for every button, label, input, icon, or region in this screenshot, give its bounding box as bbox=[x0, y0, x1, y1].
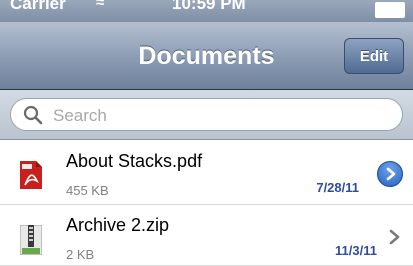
list-item[interactable]: About Stacks.pdf 455 KB 7/28/11 bbox=[0, 141, 413, 205]
search-field[interactable] bbox=[10, 98, 403, 131]
file-date: 7/28/11 bbox=[316, 180, 359, 195]
pdf-file-icon bbox=[20, 161, 42, 189]
navigation-bar: Documents Edit bbox=[0, 22, 413, 90]
search-input[interactable] bbox=[51, 103, 385, 129]
search-icon bbox=[23, 105, 43, 125]
carrier-label: Carrier bbox=[10, 0, 66, 13]
edit-button[interactable]: Edit bbox=[344, 38, 404, 74]
file-name: About Stacks.pdf bbox=[66, 151, 203, 171]
detail-disclosure-button[interactable] bbox=[377, 161, 403, 187]
status-bar: Carrier ≈ 10:59 PM bbox=[0, 0, 413, 22]
search-bar bbox=[0, 90, 413, 140]
list-item[interactable]: Archive 2.zip 2 KB 11/3/11 bbox=[0, 205, 413, 266]
battery-icon bbox=[375, 2, 405, 18]
file-size: 2 KB bbox=[66, 247, 95, 262]
status-time: 10:59 PM bbox=[172, 0, 246, 13]
wifi-icon: ≈ bbox=[96, 0, 105, 11]
file-name: Archive 2.zip bbox=[66, 215, 170, 235]
file-date: 11/3/11 bbox=[335, 243, 377, 258]
chevron-right-icon bbox=[389, 229, 400, 245]
chevron-right-icon bbox=[386, 167, 396, 181]
zip-file-icon bbox=[20, 225, 42, 255]
file-size: 455 KB bbox=[66, 183, 109, 198]
